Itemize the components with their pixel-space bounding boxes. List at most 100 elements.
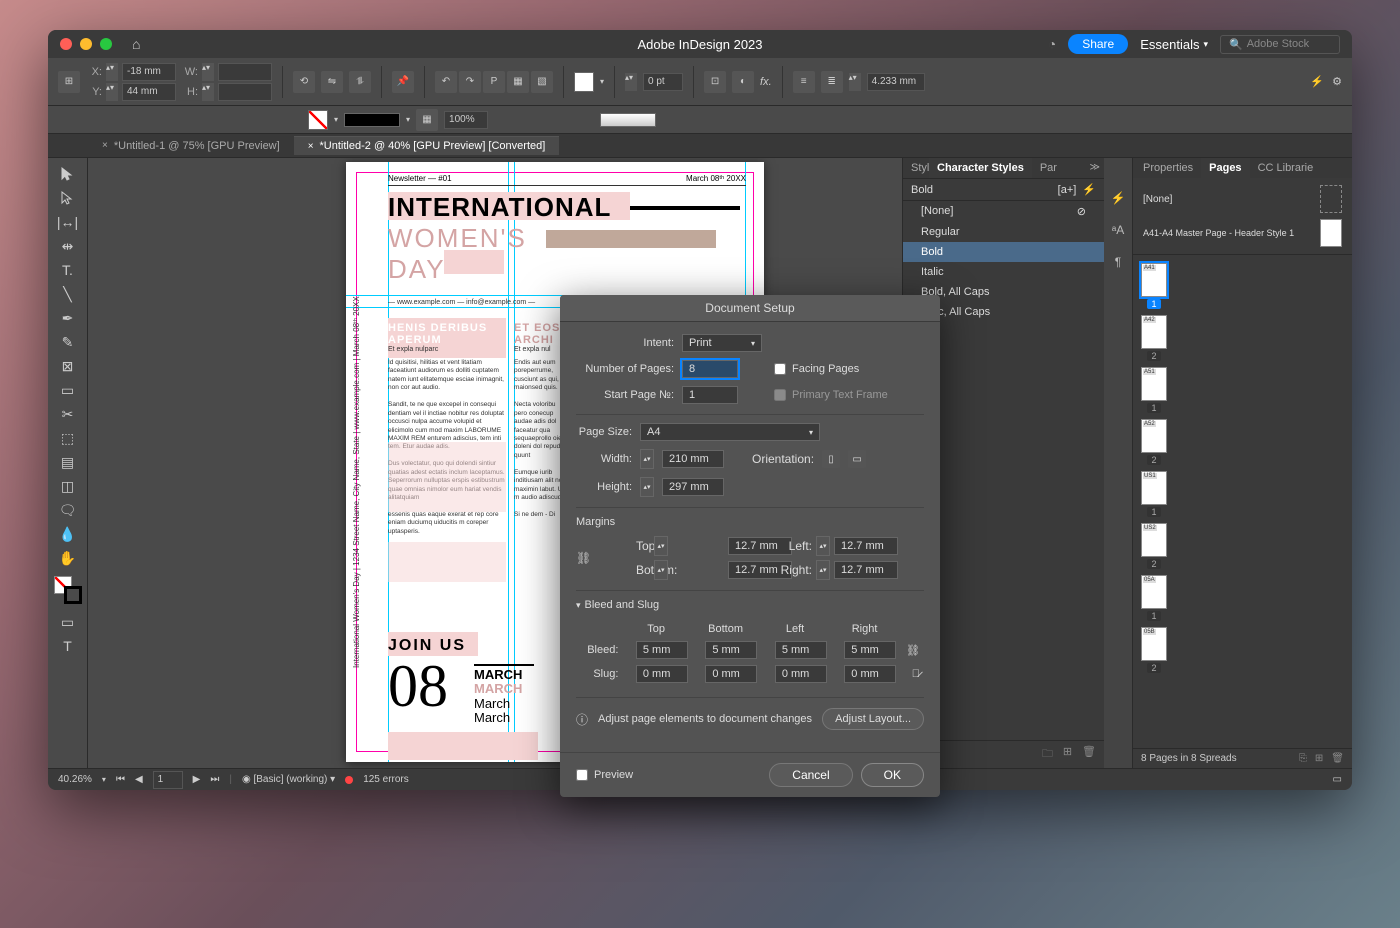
- preview-checkbox[interactable]: [576, 769, 588, 781]
- wrap2-icon[interactable]: ▧: [531, 71, 553, 93]
- nav-prev-icon[interactable]: ◀: [135, 774, 143, 785]
- page-thumb[interactable]: A522: [1141, 419, 1167, 465]
- fill-swatch[interactable]: [574, 72, 594, 92]
- page-size-select[interactable]: A4▾: [640, 423, 820, 441]
- bleed-slug-toggle[interactable]: ▾Bleed and Slug: [576, 599, 924, 611]
- ref-point-grid[interactable]: ⊞: [58, 71, 80, 93]
- num-pages-input[interactable]: [682, 360, 738, 378]
- page-thumb[interactable]: A411: [1141, 263, 1167, 309]
- margin-bottom-spinner[interactable]: ▴▾: [654, 560, 668, 580]
- page-thumb[interactable]: 05B2: [1141, 627, 1167, 673]
- panel-icon-1[interactable]: ⚡: [1108, 188, 1128, 208]
- x-spinner[interactable]: ▴▾: [106, 63, 118, 81]
- panel-tab-paragraph[interactable]: Par: [1032, 158, 1058, 178]
- panel-icon-2[interactable]: ᵃA: [1108, 220, 1128, 240]
- quick-apply-icon[interactable]: ⚡: [1082, 184, 1096, 196]
- height-input[interactable]: [662, 478, 724, 496]
- gradient-feather-tool[interactable]: ◫: [54, 474, 82, 498]
- preflight-menu[interactable]: ◉ [Basic] (working) ▾: [242, 774, 335, 785]
- page-thumb[interactable]: US22: [1141, 523, 1167, 569]
- style-regular[interactable]: Regular: [903, 222, 1104, 242]
- page-tool[interactable]: |↔|: [54, 210, 82, 234]
- adjust-layout-button[interactable]: Adjust Layout...: [822, 708, 924, 730]
- master-a41[interactable]: A41-A4 Master Page - Header Style 1: [1137, 216, 1348, 250]
- rectangle-frame-tool[interactable]: ⊠: [54, 354, 82, 378]
- height-spinner[interactable]: ▴▾: [640, 477, 654, 497]
- h-spinner[interactable]: ▴▾: [202, 83, 214, 101]
- format-container-icon[interactable]: ▭: [54, 610, 82, 634]
- adobe-stock-search[interactable]: 🔍 Adobe Stock: [1220, 35, 1340, 54]
- rotate-icon[interactable]: ⟲: [293, 71, 315, 93]
- home-icon[interactable]: ⌂: [132, 36, 140, 52]
- w-field[interactable]: [218, 63, 272, 81]
- p-icon[interactable]: P: [483, 71, 505, 93]
- slug-bottom-input[interactable]: [705, 665, 757, 683]
- start-page-input[interactable]: [682, 386, 738, 404]
- margin-left-input[interactable]: [834, 537, 898, 555]
- intent-select[interactable]: Print▾: [682, 334, 762, 352]
- zoom-level[interactable]: 40.26%: [58, 774, 92, 785]
- wrap-icon[interactable]: ▦: [507, 71, 529, 93]
- fill-stroke-proxy[interactable]: [54, 576, 82, 604]
- y-field[interactable]: 44 mm: [122, 83, 176, 101]
- note-tool[interactable]: 🗨: [54, 498, 82, 522]
- link-bleed-icon[interactable]: ⛓: [906, 645, 920, 657]
- direct-selection-tool[interactable]: [54, 186, 82, 210]
- corner-field[interactable]: 4.233 mm: [867, 73, 925, 91]
- margin-left-spinner[interactable]: ▴▾: [816, 536, 830, 556]
- close-icon[interactable]: ×: [308, 141, 314, 152]
- quick-apply-icon[interactable]: ⚡: [1310, 75, 1324, 88]
- panel-more-icon[interactable]: ≫: [1086, 158, 1104, 178]
- align-center-icon[interactable]: ≣: [821, 71, 843, 93]
- tab-cc-libraries[interactable]: CC Librarie: [1250, 158, 1322, 178]
- flip-v-icon[interactable]: ⥮: [349, 71, 371, 93]
- workspace-switcher[interactable]: Essentials ▾: [1140, 37, 1208, 52]
- margin-top-spinner[interactable]: ▴▾: [654, 536, 668, 556]
- page-thumb[interactable]: 05A1: [1141, 575, 1167, 621]
- corner-spinner[interactable]: ▴▾: [849, 73, 861, 91]
- orientation-portrait-icon[interactable]: ▯: [822, 450, 840, 468]
- nav-first-icon[interactable]: ⏮: [116, 774, 125, 785]
- link-slug-icon[interactable]: ⛓̷: [912, 668, 920, 680]
- facing-pages-checkbox[interactable]: [774, 363, 786, 375]
- minimize-window-button[interactable]: [80, 38, 92, 50]
- format-text-icon[interactable]: T: [54, 634, 82, 658]
- flip-h-icon[interactable]: ⇋: [321, 71, 343, 93]
- pin-icon[interactable]: 📌: [392, 71, 414, 93]
- scissors-tool[interactable]: ✂: [54, 402, 82, 426]
- ok-button[interactable]: OK: [861, 763, 924, 787]
- selection-tool[interactable]: [54, 162, 82, 186]
- panel-tab-styles[interactable]: Styl: [903, 158, 929, 178]
- pen-tool[interactable]: ✒: [54, 306, 82, 330]
- eyedropper-tool[interactable]: 💧: [54, 522, 82, 546]
- stroke-pt-field[interactable]: 0 pt: [643, 73, 683, 91]
- panel-icon-3[interactable]: ¶: [1108, 252, 1128, 272]
- share-button[interactable]: Share: [1068, 34, 1128, 54]
- gradient-swatch-tool[interactable]: ▤: [54, 450, 82, 474]
- trash-icon[interactable]: 🗑: [1082, 745, 1096, 764]
- cancel-button[interactable]: Cancel: [769, 763, 852, 787]
- new-icon[interactable]: ⊞: [1063, 745, 1072, 764]
- bleed-top-input[interactable]: [636, 641, 688, 659]
- width-input[interactable]: [662, 450, 724, 468]
- new-page-icon[interactable]: ⊞: [1315, 753, 1323, 764]
- clear-override-icon[interactable]: ⊘: [1077, 205, 1086, 218]
- group-icon[interactable]: 🗀: [1042, 745, 1053, 764]
- hand-tool[interactable]: ✋: [54, 546, 82, 570]
- bleed-left-input[interactable]: [775, 641, 827, 659]
- new-style-icon[interactable]: [a+]: [1058, 184, 1077, 196]
- zoom-icon[interactable]: ▦: [416, 109, 438, 131]
- fit-icon[interactable]: ⊡: [704, 71, 726, 93]
- opacity-icon[interactable]: ◐: [732, 71, 754, 93]
- link-margins-icon[interactable]: ⛓: [576, 551, 632, 565]
- style-italic[interactable]: Italic: [903, 262, 1104, 282]
- panel-tab-character-styles[interactable]: Character Styles: [929, 158, 1032, 178]
- y-spinner[interactable]: ▴▾: [106, 83, 118, 101]
- gap-tool[interactable]: ⇹: [54, 234, 82, 258]
- page-thumb[interactable]: US11: [1141, 471, 1167, 517]
- pencil-tool[interactable]: ✎: [54, 330, 82, 354]
- settings-icon[interactable]: ⚙: [1332, 75, 1342, 88]
- master-none[interactable]: [None]: [1137, 182, 1348, 216]
- page-thumb[interactable]: A422: [1141, 315, 1167, 361]
- align-left-icon[interactable]: ≡: [793, 71, 815, 93]
